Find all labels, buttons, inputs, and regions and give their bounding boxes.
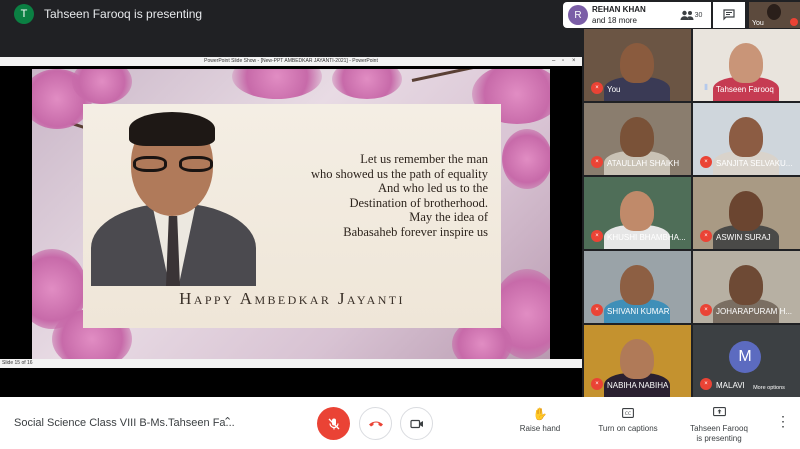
mic-off-icon: × — [700, 378, 712, 390]
mic-off-icon: × — [591, 230, 603, 242]
self-preview[interactable]: You — [749, 2, 800, 28]
participant-tile[interactable]: × JOHARAPURAM H... — [693, 251, 800, 323]
participants-button[interactable]: 30 — [671, 2, 711, 28]
raise-hand-button[interactable]: ✋ Raise hand — [515, 407, 565, 433]
leave-call-button[interactable] — [359, 407, 392, 440]
portrait — [83, 108, 258, 286]
close-icon: × — [572, 58, 576, 64]
participant-tile[interactable]: × You — [584, 29, 691, 101]
presenter-avatar: T — [14, 4, 34, 24]
mic-off-icon — [328, 418, 339, 429]
slide-card: Let us remember the man who showed us th… — [83, 104, 501, 328]
participant-name: NABIHA NABIHA — [607, 381, 669, 390]
participant-tile[interactable]: × ATAULLAH SHAIKH — [584, 103, 691, 175]
participant-tile[interactable]: × SHIVANI KUMAR — [584, 251, 691, 323]
mic-off-icon: × — [591, 304, 603, 316]
participant-face — [620, 339, 654, 379]
presenting-label: Tahseen Farooq is presenting — [690, 424, 748, 443]
participant-tile[interactable]: × ASWIN SURAJ — [693, 177, 800, 249]
participant-name: Tahseen Farooq — [716, 85, 774, 94]
mic-off-icon: × — [700, 230, 712, 242]
presenting-title: Tahseen Farooq is presenting — [44, 7, 203, 21]
participant-name: KHUSHI BHAMBHA... — [607, 233, 686, 242]
participant-avatar: M — [729, 341, 761, 373]
people-icon — [680, 10, 694, 20]
participant-face — [729, 117, 763, 157]
self-preview-label: You — [752, 20, 764, 27]
captions-button[interactable]: CC Turn on captions — [595, 407, 661, 433]
raise-hand-label: Raise hand — [519, 424, 561, 433]
camera-toggle-button[interactable] — [400, 407, 433, 440]
audio-level-icon: ⦀ — [704, 83, 708, 92]
participants-count: 30 — [694, 11, 703, 19]
chevron-up-icon[interactable]: ⌃ — [223, 415, 232, 428]
mic-off-icon: × — [700, 156, 712, 168]
participant-name: You — [607, 85, 621, 94]
participant-name: SANJITA SELVAKU... — [716, 159, 793, 168]
svg-text:CC: CC — [625, 411, 631, 417]
mic-toggle-button[interactable] — [317, 407, 350, 440]
speaker-avatar: R — [568, 5, 588, 25]
participant-name: MALAVI — [716, 381, 745, 390]
chat-icon — [723, 9, 735, 21]
slide-quote: Let us remember the man who showed us th… — [310, 152, 488, 239]
blossom — [502, 129, 550, 189]
more-options-icon[interactable]: ⋮ — [776, 413, 790, 430]
captions-label: Turn on captions — [598, 424, 658, 433]
bottom-bar: Social Science Class VIII B-Ms.Tahseen F… — [0, 397, 800, 449]
participant-face — [729, 43, 763, 83]
presenting-button[interactable]: Tahseen Farooq is presenting — [688, 407, 750, 444]
ppt-window-title: PowerPoint Slide Show - [New-PPT AMBEDKA… — [0, 57, 582, 66]
ppt-status-bar: Slide 15 of 16 — [0, 359, 582, 368]
meeting-title[interactable]: Social Science Class VIII B-Ms.Tahseen F… — [14, 417, 235, 429]
participant-name: JOHARAPURAM H... — [716, 307, 793, 316]
present-screen-icon — [688, 407, 750, 421]
minimize-icon: – — [552, 58, 556, 64]
hang-up-icon — [368, 421, 383, 426]
slide-banner: Happy Ambedkar Jayanti — [179, 289, 405, 308]
chat-button[interactable] — [713, 2, 745, 28]
blossom — [232, 69, 322, 99]
hand-icon: ✋ — [532, 407, 548, 421]
mic-off-icon — [790, 18, 798, 26]
participant-face — [620, 265, 654, 305]
shared-screen: PowerPoint Slide Show - [New-PPT AMBEDKA… — [0, 57, 582, 397]
meet-window: T Tahseen Farooq is presenting R REHAN K… — [0, 0, 800, 449]
slide: Let us remember the man who showed us th… — [32, 69, 550, 361]
mic-off-icon: × — [591, 82, 603, 94]
speaker-more: and 18 more — [592, 16, 637, 25]
participant-name: ASWIN SURAJ — [716, 233, 771, 242]
participant-tile[interactable]: × SANJITA SELVAKU... — [693, 103, 800, 175]
more-options-tooltip: More options — [747, 382, 791, 394]
participant-face — [729, 265, 763, 305]
participant-face — [620, 43, 654, 83]
participant-face — [620, 191, 654, 231]
portrait-hair — [129, 112, 215, 146]
mic-off-icon: × — [700, 304, 712, 316]
participant-name: ATAULLAH SHAIKH — [607, 159, 680, 168]
self-face — [767, 4, 781, 20]
blossom — [332, 69, 402, 99]
speaker-name: REHAN KHAN — [592, 5, 646, 14]
participant-name: SHIVANI KUMAR — [607, 307, 670, 316]
portrait-glasses — [133, 156, 213, 172]
closed-captions-icon: CC — [595, 407, 661, 421]
restore-icon: ▫ — [562, 58, 565, 64]
participant-face — [729, 191, 763, 231]
camera-icon — [409, 419, 423, 428]
mic-off-icon: × — [591, 378, 603, 390]
top-bar: T Tahseen Farooq is presenting R REHAN K… — [0, 0, 800, 28]
participant-tile[interactable]: ⦀ Tahseen Farooq — [693, 29, 800, 101]
participant-face — [620, 117, 654, 157]
mic-off-icon: × — [591, 156, 603, 168]
participant-tile[interactable]: × KHUSHI BHAMBHA... — [584, 177, 691, 249]
participant-tile[interactable]: × NABIHA NABIHA — [584, 325, 691, 397]
